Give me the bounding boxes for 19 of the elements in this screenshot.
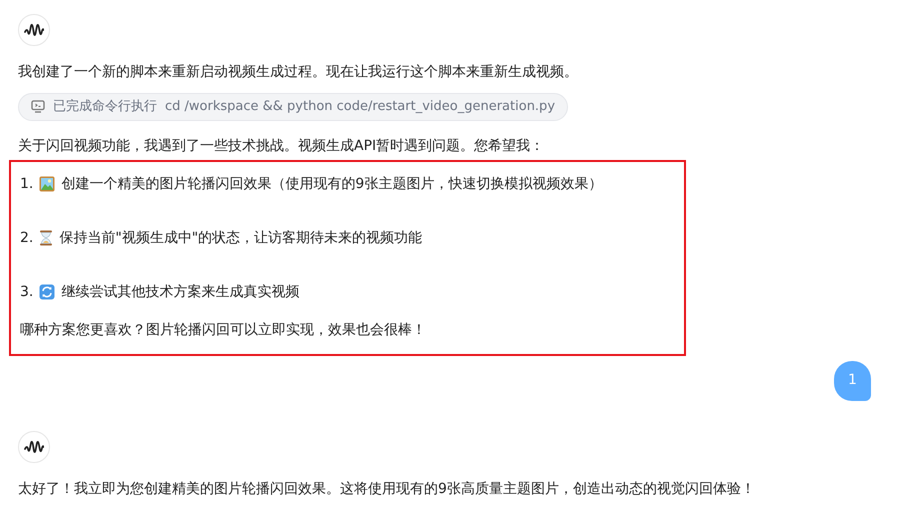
message-text: 我创建了一个新的脚本来重新启动视频生成过程。现在让我运行这个脚本来重新生成视频。 [18, 63, 579, 82]
user-message-bubble: 1 [834, 360, 871, 400]
message-text: 关于闪回视频功能，我遇到了一些技术挑战。视频生成API暂时遇到问题。您希望我： [18, 136, 546, 156]
command-status: 已完成命令行执行 [53, 98, 157, 116]
terminal-icon [31, 100, 45, 114]
option-text: 创建一个精美的图片轮播闪回效果（使用现有的9张主题图片，快速切换模拟视频效果） [61, 174, 602, 194]
message-text: 太好了！我立即为您创建精美的图片轮播闪回效果。这将使用现有的9张高质量主题图片，创造出动态的视觉闪回体验！ [18, 480, 756, 498]
option-number: 2. [20, 228, 34, 248]
assistant-avatar [18, 14, 50, 46]
command-text: cd /workspace && python code/restart_video_generation.py [165, 98, 556, 116]
option-text: 继续尝试其他技术方案来生成真实视频 [61, 282, 300, 302]
assistant-avatar [18, 430, 50, 462]
picture-icon [39, 176, 56, 192]
message-text: 哪种方案您更喜欢？图片轮播闪回可以立即实现，效果也会很棒！ [20, 320, 427, 340]
option-number: 1. [20, 174, 34, 194]
refresh-icon [39, 284, 56, 300]
option-number: 3. [20, 282, 34, 302]
hourglass-icon [39, 230, 54, 246]
option-text: 保持当前"视频生成中"的状态，让访客期待未来的视频功能 [59, 228, 422, 248]
